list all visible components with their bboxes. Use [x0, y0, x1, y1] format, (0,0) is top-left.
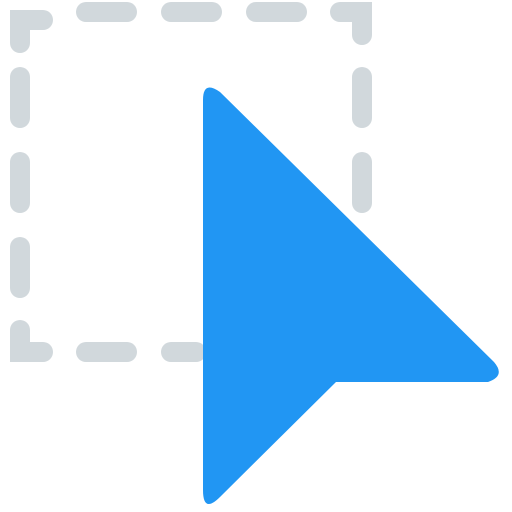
selection-cursor-icon — [10, 2, 499, 505]
selection-box-corner-bottom-left — [10, 320, 53, 362]
icon-canvas — [0, 0, 512, 512]
selection-box-corner-top-left — [10, 10, 53, 53]
selection-box-corner-top-right — [330, 2, 372, 45]
cursor-arrow-icon — [203, 87, 499, 505]
